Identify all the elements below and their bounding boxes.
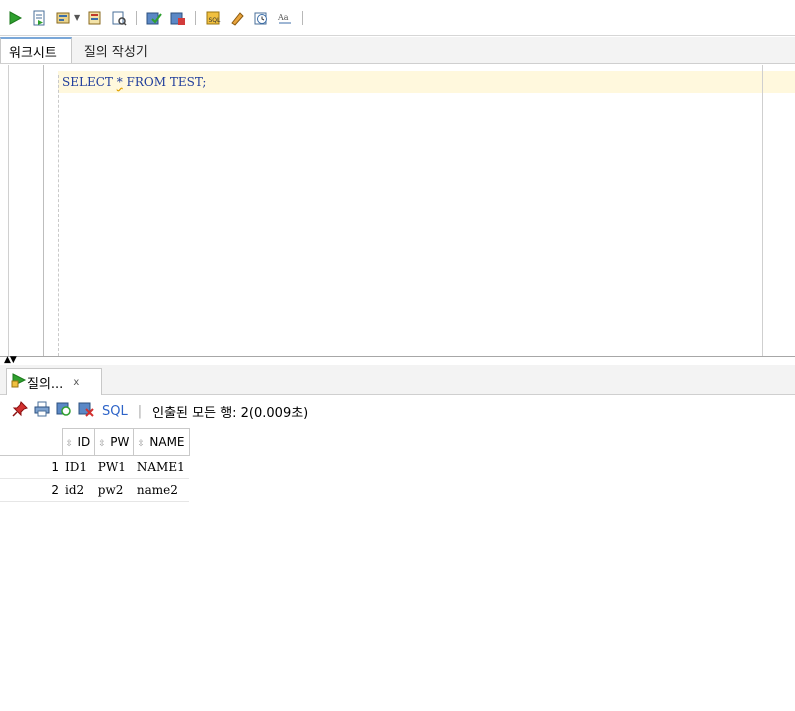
- tab-query-result[interactable]: 질의... x: [6, 368, 102, 395]
- autotrace-icon[interactable]: [54, 9, 72, 27]
- sort-icon[interactable]: ⇳: [98, 439, 110, 449]
- right-margin-line: [762, 65, 763, 356]
- run-script-icon[interactable]: [30, 9, 48, 27]
- commit-icon[interactable]: [145, 9, 163, 27]
- editor-tab-strip: 워크시트 질의 작성기: [0, 37, 795, 64]
- sql-editor[interactable]: SELECT * FROM TEST;: [0, 65, 795, 356]
- tab-query-result-label: 질의...: [27, 376, 64, 392]
- explain-plan-icon[interactable]: [86, 9, 104, 27]
- sql-link[interactable]: SQL: [102, 404, 128, 419]
- results-toolbar-separator: |: [137, 403, 143, 419]
- line-number-gutter: [43, 65, 44, 356]
- print-icon[interactable]: [34, 401, 50, 421]
- clear-icon[interactable]: [228, 9, 246, 27]
- tab-query-builder-label: 질의 작성기: [83, 44, 148, 60]
- toolbar-separator: [136, 10, 138, 25]
- query-result-icon: [11, 372, 27, 392]
- sql-statement[interactable]: SELECT * FROM TEST;: [62, 75, 206, 89]
- row-number: 1: [0, 455, 62, 479]
- format-icon[interactable]: Aa: [276, 9, 294, 27]
- row-number-header: [0, 428, 63, 456]
- column-header-id[interactable]: ⇳ ID: [61, 428, 96, 456]
- sql-select-keyword: SELECT: [62, 75, 117, 89]
- pin-icon[interactable]: [12, 401, 28, 421]
- sql-from-clause: FROM TEST;: [122, 75, 207, 89]
- results-tab-strip: 질의... x: [0, 365, 795, 395]
- table-row[interactable]: 1 ID1 PW1 NAME1: [0, 455, 190, 479]
- run-statement-icon[interactable]: [6, 9, 24, 27]
- table-row[interactable]: 2 id2 pw2 name2: [0, 478, 190, 502]
- pane-splitter[interactable]: ▲▼: [0, 356, 795, 365]
- sort-icon[interactable]: ⇳: [66, 439, 78, 449]
- results-toolbar: SQL | 인출된 모든 행: 2(0.009초): [0, 396, 795, 426]
- fetch-status-text: 인출된 모든 행: 2(0.009초): [152, 405, 309, 421]
- toolbar-separator: [302, 10, 304, 25]
- sort-icon[interactable]: ⇳: [137, 439, 149, 449]
- result-grid[interactable]: ⇳ ID ⇳ PW ⇳ NAME 1 ID1 PW1 NAME1 2 id2 pw2 …: [0, 428, 795, 711]
- column-header-pw[interactable]: ⇳ PW: [94, 428, 135, 456]
- cell-id[interactable]: id2: [62, 478, 95, 502]
- column-header-label: NAME: [149, 435, 185, 449]
- result-table: ⇳ ID ⇳ PW ⇳ NAME 1 ID1 PW1 NAME1 2 id2 pw2 …: [0, 428, 190, 502]
- editor-left-border: [8, 65, 9, 356]
- toolbar-separator: [195, 10, 197, 25]
- cell-name[interactable]: NAME1: [133, 455, 190, 479]
- column-header-label: PW: [110, 435, 130, 449]
- fold-guide: [58, 75, 59, 356]
- column-header-label: ID: [77, 435, 91, 449]
- sql-tuning-icon[interactable]: [110, 9, 128, 27]
- header-row: ⇳ ID ⇳ PW ⇳ NAME: [0, 428, 190, 456]
- cell-pw[interactable]: PW1: [94, 455, 134, 479]
- autotrace-dropdown-icon[interactable]: ▼: [74, 13, 80, 22]
- cell-pw[interactable]: pw2: [94, 478, 134, 502]
- history-icon[interactable]: [252, 9, 270, 27]
- cell-id[interactable]: ID1: [62, 455, 95, 479]
- tab-worksheet-label: 워크시트: [9, 45, 57, 61]
- tab-query-builder[interactable]: 질의 작성기: [72, 37, 162, 63]
- cell-name[interactable]: name2: [133, 478, 190, 502]
- close-icon[interactable]: x: [73, 377, 79, 388]
- row-number: 2: [0, 478, 62, 502]
- worksheet-toolbar: ▼ SQL Aa: [0, 0, 795, 36]
- svg-text:SQL: SQL: [209, 17, 222, 24]
- refresh-icon[interactable]: [56, 401, 72, 421]
- tab-worksheet[interactable]: 워크시트: [0, 37, 72, 63]
- unshared-sql-icon[interactable]: SQL: [204, 9, 222, 27]
- splitter-arrows-icon[interactable]: ▲▼: [4, 356, 17, 365]
- svg-text:Aa: Aa: [277, 13, 289, 22]
- rollback-icon[interactable]: [169, 9, 187, 27]
- cancel-fetch-icon[interactable]: [78, 401, 94, 421]
- column-header-name[interactable]: ⇳ NAME: [133, 428, 190, 456]
